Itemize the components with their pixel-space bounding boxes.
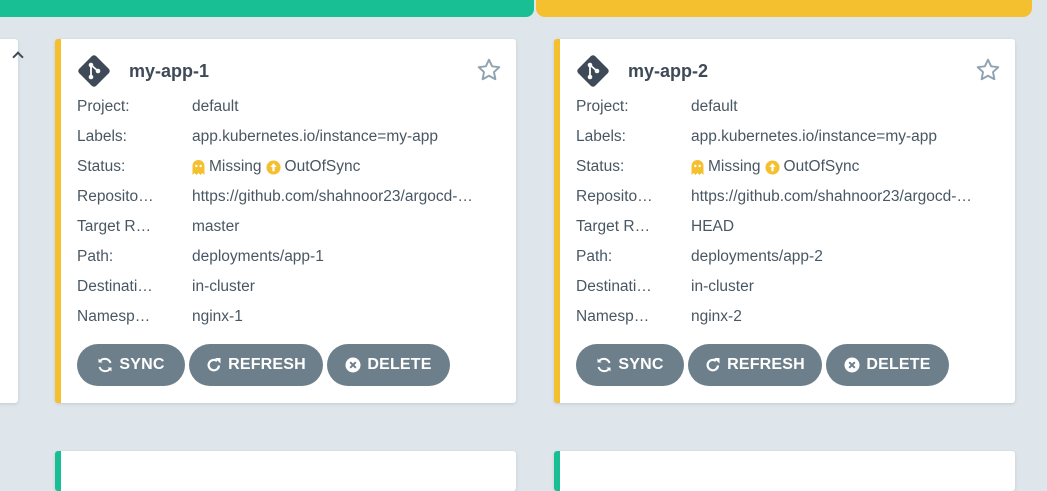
refresh-button[interactable]: REFRESH — [688, 344, 822, 386]
field-value: nginx-2 — [691, 308, 742, 325]
field-key: Reposito… — [576, 188, 653, 205]
delete-label: DELETE — [866, 356, 931, 373]
field-key: Project: — [576, 98, 629, 115]
app-card-partial[interactable] — [55, 451, 516, 491]
sync-button[interactable]: SYNC — [576, 344, 684, 386]
field-value: https://github.com/shahnoor23/argocd-… — [192, 188, 473, 205]
field-key: Labels: — [576, 128, 626, 145]
arrow-up-circle-icon — [266, 159, 281, 175]
favorite-star-icon[interactable] — [975, 57, 1001, 83]
refresh-icon — [207, 358, 221, 372]
field-project: Project: default — [77, 92, 502, 122]
field-value: app.kubernetes.io/instance=my-app — [691, 128, 938, 145]
field-key: Target R… — [77, 218, 152, 235]
field-status: Status: Missing OutOfSync — [77, 152, 502, 182]
sync-icon — [597, 357, 611, 373]
field-repository: Reposito… https://github.com/shahnoor23/a… — [77, 182, 502, 212]
field-destination: Destinati… in-cluster — [576, 272, 1001, 302]
sync-label: SYNC — [119, 356, 165, 373]
close-circle-icon — [345, 357, 361, 373]
field-labels: Labels: app.kubernetes.io/instance=my-app — [576, 122, 1001, 152]
ghost-icon — [691, 159, 704, 175]
git-icon — [577, 55, 609, 87]
field-value: HEAD — [691, 218, 735, 235]
field-target-revision: Target R… HEAD — [576, 212, 1001, 242]
sync-status: OutOfSync — [284, 158, 361, 175]
delete-button[interactable]: DELETE — [826, 344, 949, 386]
field-key: Destinati… — [77, 278, 153, 295]
field-value: master — [192, 218, 240, 235]
refresh-label: REFRESH — [727, 356, 805, 373]
outofsync-status-bar — [536, 0, 1032, 17]
refresh-icon — [706, 358, 720, 372]
field-value: app.kubernetes.io/instance=my-app — [192, 128, 439, 145]
field-key: Namesp… — [576, 308, 650, 325]
field-path: Path: deployments/app-1 — [77, 242, 502, 272]
field-key: Path: — [77, 248, 114, 265]
field-key: Reposito… — [77, 188, 154, 205]
field-destination: Destinati… in-cluster — [77, 272, 502, 302]
close-circle-icon — [844, 357, 860, 373]
field-repository: Reposito… https://github.com/shahnoor23/a… — [576, 182, 1001, 212]
delete-label: DELETE — [367, 356, 432, 373]
sync-label: SYNC — [618, 356, 664, 373]
field-key: Namesp… — [77, 308, 151, 325]
field-key: Path: — [576, 248, 613, 265]
field-key: Project: — [77, 98, 130, 115]
sync-button[interactable]: SYNC — [77, 344, 185, 386]
refresh-button[interactable]: REFRESH — [189, 344, 323, 386]
star-icon — [12, 51, 24, 63]
health-status: Missing — [708, 158, 761, 175]
field-status: Status: Missing OutOfSync — [576, 152, 1001, 182]
ghost-icon — [192, 159, 205, 175]
app-name[interactable]: my-app-1 — [129, 61, 209, 82]
health-status: Missing — [209, 158, 262, 175]
field-value: in-cluster — [691, 278, 754, 295]
field-namespace: Namesp… nginx-2 — [576, 302, 1001, 332]
field-value: deployments/app-2 — [691, 248, 823, 265]
app-card[interactable]: my-app-2 Project: default Labels: app.kube… — [554, 39, 1015, 403]
field-value: deployments/app-1 — [192, 248, 324, 265]
field-key: Status: — [576, 158, 625, 175]
field-key: Target R… — [576, 218, 651, 235]
field-value: default — [192, 98, 239, 115]
sync-status: OutOfSync — [783, 158, 860, 175]
favorite-star-icon[interactable] — [476, 57, 502, 83]
git-icon — [78, 55, 110, 87]
delete-button[interactable]: DELETE — [327, 344, 450, 386]
refresh-label: REFRESH — [228, 356, 306, 373]
sync-icon — [98, 357, 112, 373]
field-key: Status: — [77, 158, 126, 175]
field-key: Destinati… — [576, 278, 652, 295]
app-card-partial[interactable] — [0, 39, 24, 403]
field-labels: Labels: app.kubernetes.io/instance=my-app — [77, 122, 502, 152]
field-namespace: Namesp… nginx-1 — [77, 302, 502, 332]
field-value: in-cluster — [192, 278, 255, 295]
field-value: https://github.com/shahnoor23/argocd-… — [691, 188, 972, 205]
field-key: Labels: — [77, 128, 127, 145]
app-card[interactable]: my-app-1 Project: default Labels: app.kube… — [55, 39, 516, 403]
app-name[interactable]: my-app-2 — [628, 61, 708, 82]
field-project: Project: default — [576, 92, 1001, 122]
field-value: default — [691, 98, 738, 115]
field-value: nginx-1 — [192, 308, 243, 325]
field-target-revision: Target R… master — [77, 212, 502, 242]
arrow-up-circle-icon — [765, 159, 780, 175]
field-path: Path: deployments/app-2 — [576, 242, 1001, 272]
synced-status-bar — [0, 0, 534, 17]
app-card-partial[interactable] — [554, 451, 1015, 491]
